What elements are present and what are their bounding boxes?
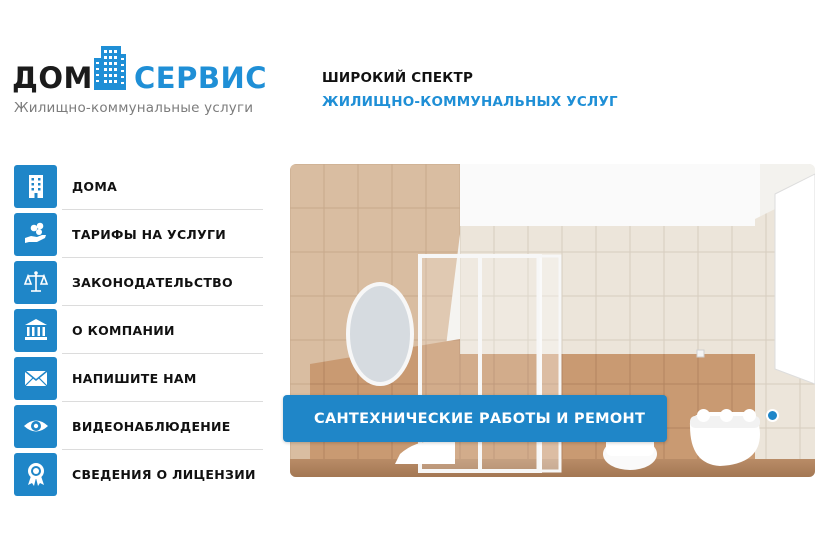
slide-caption[interactable]: САНТЕХНИЧЕСКИЕ РАБОТЫ И РЕМОНТ [283, 395, 667, 442]
slider-dot-4[interactable] [766, 409, 779, 422]
slider-dot-3[interactable] [743, 409, 756, 422]
sidebar-menu: ДОМА ТАРИФЫ НА УСЛУГИ ЗАКОНОДАТЕЛЬСТВО О… [14, 162, 263, 498]
menu-item-tariffs[interactable]: ТАРИФЫ НА УСЛУГИ [14, 210, 263, 258]
menu-item-legislation[interactable]: ЗАКОНОДАТЕЛЬСТВО [14, 258, 263, 306]
slider-pagination [697, 409, 779, 422]
menu-item-label: НАПИШИТЕ НАМ [72, 370, 197, 386]
logo-word-dom: ДОМ [12, 61, 93, 95]
building-icon [14, 164, 57, 208]
menu-item-label: ТАРИФЫ НА УСЛУГИ [72, 226, 227, 242]
header-tagline: ШИРОКИЙ СПЕКТР ЖИЛИЩНО-КОММУНАЛЬНЫХ УСЛУ… [322, 70, 618, 110]
menu-item-label: ЗАКОНОДАТЕЛЬСТВО [72, 274, 233, 290]
envelope-icon [14, 356, 57, 400]
building-icon [94, 46, 126, 90]
menu-item-license[interactable]: СВЕДЕНИЯ О ЛИЦЕНЗИИ [14, 450, 263, 498]
menu-item-label: ДОМА [72, 178, 118, 194]
tagline-line-1: ШИРОКИЙ СПЕКТР [322, 70, 474, 86]
bank-icon [14, 308, 57, 352]
menu-item-about[interactable]: О КОМПАНИИ [14, 306, 263, 354]
eye-icon [14, 404, 57, 448]
menu-item-label: ВИДЕОНАБЛЮДЕНИЕ [72, 418, 231, 434]
coins-hand-icon [14, 212, 57, 256]
scales-icon [14, 260, 57, 304]
menu-item-label: О КОМПАНИИ [72, 322, 175, 338]
tagline-line-2: ЖИЛИЩНО-КОММУНАЛЬНЫХ УСЛУГ [322, 94, 618, 110]
award-badge-icon [14, 452, 57, 496]
slider-dot-1[interactable] [697, 409, 710, 422]
logo-word-servis: СЕРВИС [134, 61, 268, 95]
logo-subtitle: Жилищно-коммунальные услуги [14, 100, 254, 116]
menu-item-video[interactable]: ВИДЕОНАБЛЮДЕНИЕ [14, 402, 263, 450]
menu-item-write-us[interactable]: НАПИШИТЕ НАМ [14, 354, 263, 402]
site-logo[interactable]: ДОМ СЕРВИС Жилищно-коммунальные услуги [12, 42, 267, 122]
menu-item-label: СВЕДЕНИЯ О ЛИЦЕНЗИИ [72, 466, 256, 482]
slider-dot-2[interactable] [720, 409, 733, 422]
menu-item-houses[interactable]: ДОМА [14, 162, 263, 210]
